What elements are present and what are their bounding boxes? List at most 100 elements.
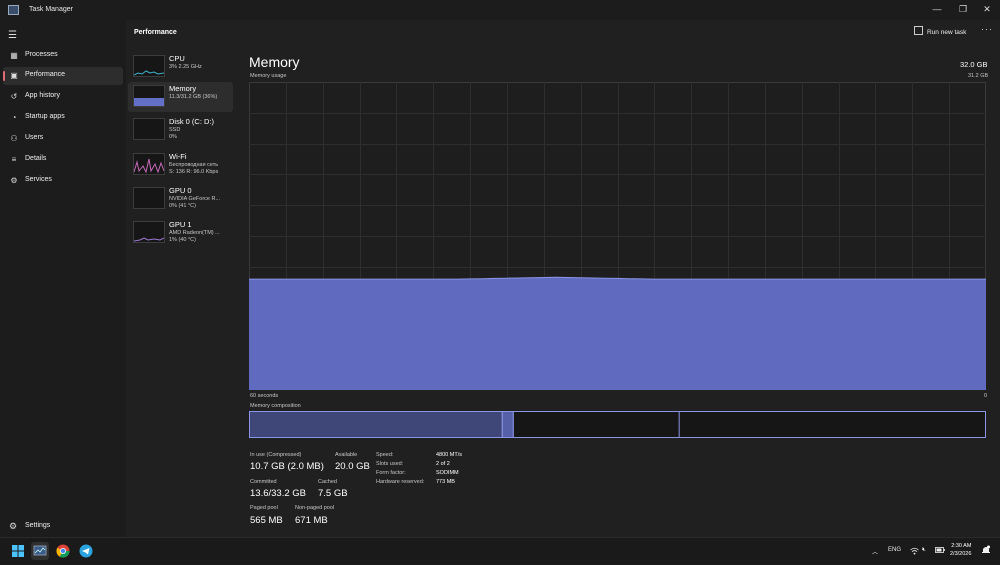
memory-sparkline: [134, 98, 164, 106]
device-detail: 1% (40 °C): [169, 237, 196, 243]
sidebar-item-app-history[interactable]: ↺ App history: [3, 88, 123, 106]
wifi-mini-graph: [133, 153, 165, 175]
device-item-memory[interactable]: Memory 11.3/31.2 GB (36%): [128, 82, 233, 112]
more-options-icon[interactable]: ···: [981, 24, 993, 34]
restore-button[interactable]: ❐: [951, 2, 975, 16]
cpu-mini-graph: [133, 55, 165, 77]
services-icon: ⚙: [10, 176, 18, 185]
performance-icon: ▣: [10, 71, 18, 80]
cached-label: Cached: [318, 479, 337, 485]
page-title: Performance: [134, 29, 177, 36]
sidebar: ☰ ▦ Processes ▣ Performance ↺ App histor…: [0, 20, 126, 537]
sidebar-item-startup-apps[interactable]: ◔ Startup apps: [3, 109, 123, 127]
form-factor-value: SODIMM: [436, 470, 459, 476]
run-new-task-button[interactable]: Run new task: [914, 26, 966, 40]
notifications-icon[interactable]: [982, 545, 990, 557]
committed-value: 13.6/33.2 GB: [250, 488, 306, 499]
device-name: GPU 1: [169, 220, 192, 229]
title-bar: Task Manager — ❐ ✕: [0, 0, 1000, 20]
sidebar-item-performance[interactable]: ▣ Performance: [3, 67, 123, 85]
sidebar-item-label: Processes: [25, 51, 58, 58]
sidebar-item-label: Services: [25, 176, 52, 183]
speed-label: Speed:: [376, 452, 394, 458]
sidebar-item-label: Users: [25, 134, 44, 141]
users-icon: ⚇: [10, 134, 18, 143]
minimize-button[interactable]: —: [925, 2, 949, 16]
device-name: Disk 0 (C: D:): [169, 117, 214, 126]
telegram-app-icon[interactable]: [77, 542, 95, 560]
run-new-task-label: Run new task: [927, 29, 967, 36]
active-indicator: [3, 71, 5, 81]
run-task-icon: [914, 26, 923, 35]
device-item-disk[interactable]: Disk 0 (C: D:) SSD 0%: [128, 115, 233, 145]
close-button[interactable]: ✕: [975, 2, 999, 16]
memory-usage-max: 31.2 GB: [968, 73, 989, 79]
memory-composition-label: Memory composition: [250, 403, 301, 409]
graph-time-start: 60 seconds: [250, 393, 279, 399]
disk-mini-graph: [133, 118, 165, 140]
show-hidden-icons-icon[interactable]: ︿: [872, 547, 878, 556]
device-list: CPU 3% 2.25 GHz Memory 11.3/31.2 GB (36%…: [126, 52, 236, 252]
speed-value: 4800 MT/s: [436, 452, 462, 458]
gpu1-mini-graph: [133, 221, 165, 243]
available-value: 20.0 GB: [335, 461, 370, 472]
memory-usage-area: [249, 277, 986, 390]
device-detail: 11.3/31.2 GB (36%): [169, 94, 218, 100]
sidebar-item-details[interactable]: ≡ Details: [3, 151, 123, 169]
gear-icon: ⚙: [9, 521, 18, 531]
cached-value: 7.5 GB: [318, 488, 348, 499]
sidebar-item-services[interactable]: ⚙ Services: [3, 172, 123, 190]
windows-logo: [12, 545, 24, 557]
volume-muted-icon[interactable]: 🔇︎: [922, 547, 926, 554]
device-item-gpu1[interactable]: GPU 1 AMD Radeon(TM) ... 1% (40 °C): [128, 218, 233, 248]
composition-modified-segment: [501, 411, 514, 438]
processes-icon: ▦: [10, 51, 18, 60]
system-clock[interactable]: 2:30 AM 2/3/2026: [950, 542, 971, 558]
chrome-glyph: [56, 544, 70, 558]
hardware-reserved-label: Hardware reserved:: [376, 479, 425, 485]
language-indicator[interactable]: ENG: [888, 547, 901, 553]
device-detail: S: 136 R: 96.0 Kbps: [169, 169, 219, 175]
composition-in-use-segment: [249, 411, 503, 438]
device-detail: 0%: [169, 134, 177, 140]
device-detail: AMD Radeon(TM) ...: [169, 230, 220, 236]
wifi-glyph: [910, 547, 919, 555]
startup-apps-icon: ◔: [11, 113, 17, 122]
device-detail: SSD: [169, 127, 181, 133]
device-detail: 3% 2.25 GHz: [169, 64, 202, 70]
task-manager-glyph: [33, 545, 47, 556]
sidebar-item-label: Settings: [25, 522, 51, 529]
device-detail: Беспроводная сеть: [169, 162, 219, 168]
memory-title: Memory: [249, 54, 300, 70]
details-icon: ≡: [11, 155, 17, 164]
device-detail: 0% (41 °C): [169, 203, 196, 209]
battery-icon[interactable]: [935, 547, 945, 555]
windows-start-icon[interactable]: [9, 542, 27, 560]
task-manager-icon: [8, 5, 19, 15]
sidebar-item-users[interactable]: ⚇ Users: [3, 130, 123, 148]
form-factor-label: Form factor:: [376, 470, 406, 476]
task-manager-app-icon[interactable]: [31, 542, 49, 560]
taskbar: ︿ ENG 🔇︎ 2:30 AM 2/3/2026: [0, 537, 1000, 564]
telegram-glyph: [79, 544, 93, 558]
hamburger-menu-icon[interactable]: ☰: [8, 30, 17, 41]
sidebar-item-processes[interactable]: ▦ Processes: [3, 47, 123, 65]
slots-used-value: 2 of 2: [436, 461, 450, 467]
paged-pool-value: 565 MB: [250, 515, 283, 526]
device-name: Wi-Fi: [169, 152, 187, 161]
device-item-cpu[interactable]: CPU 3% 2.25 GHz: [128, 52, 233, 82]
device-item-gpu0[interactable]: GPU 0 NVIDIA GeForce R... 0% (41 °C): [128, 184, 233, 214]
wifi-icon[interactable]: [910, 547, 919, 557]
window-title: Task Manager: [29, 6, 73, 13]
chrome-app-icon[interactable]: [54, 542, 72, 560]
in-use-label: In use (Compressed): [250, 452, 302, 458]
memory-usage-graph: [249, 82, 986, 390]
device-item-wifi[interactable]: Wi-Fi Беспроводная сеть S: 136 R: 96.0 K…: [128, 150, 233, 180]
committed-label: Committed: [250, 479, 277, 485]
device-name: GPU 0: [169, 186, 192, 195]
paged-pool-label: Paged pool: [250, 505, 278, 511]
clock-time: 2:30 AM: [951, 543, 972, 549]
sidebar-item-settings[interactable]: ⚙ Settings: [3, 518, 123, 536]
non-paged-pool-label: Non-paged pool: [295, 505, 335, 511]
device-detail: NVIDIA GeForce R...: [169, 196, 221, 202]
